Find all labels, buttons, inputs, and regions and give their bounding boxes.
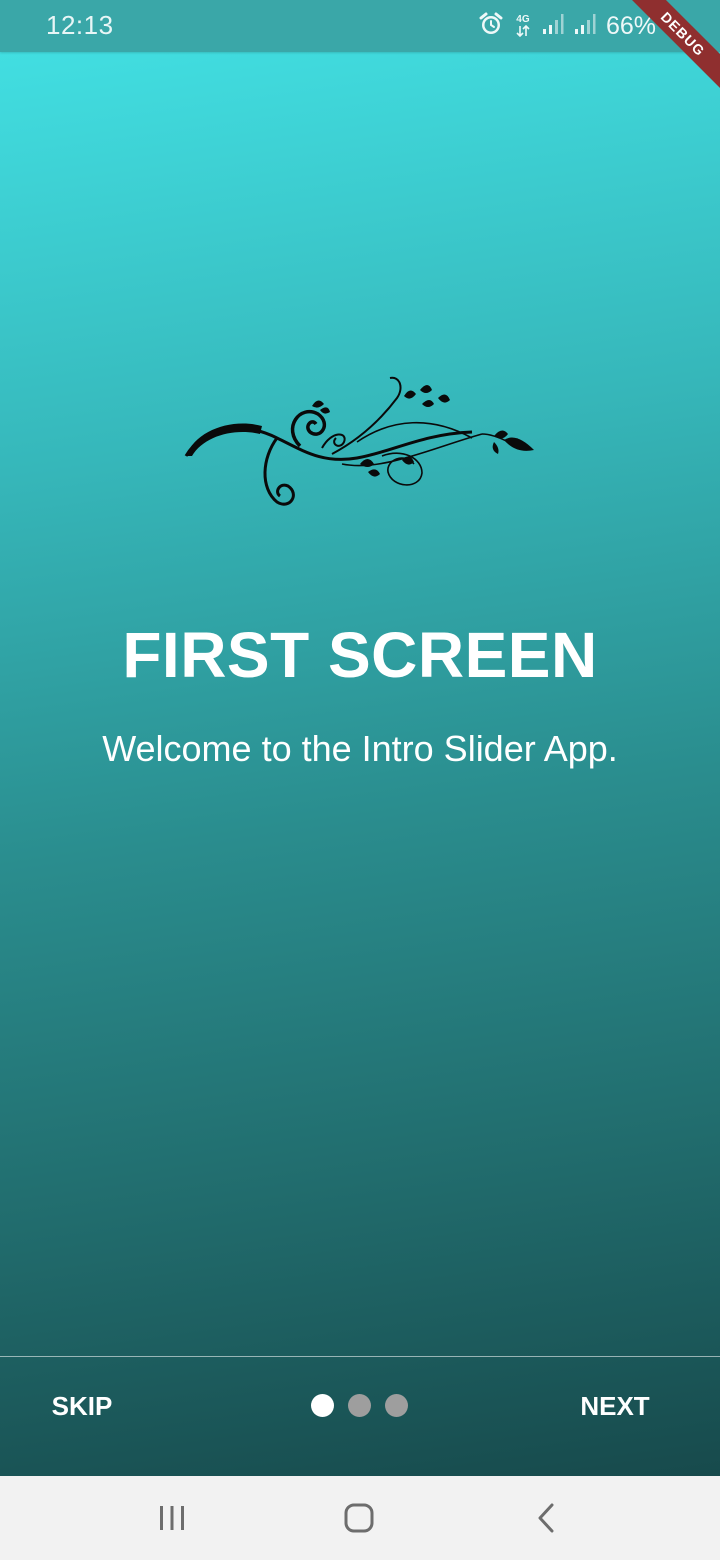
- controls-divider: [0, 1356, 720, 1357]
- slide-description: Welcome to the Intro Slider App.: [102, 728, 618, 769]
- page-dot-3[interactable]: [385, 1394, 408, 1417]
- alarm-icon: [478, 11, 504, 42]
- skip-button[interactable]: SKIP: [30, 1380, 134, 1432]
- data-arrows-icon: 4G: [514, 15, 532, 37]
- recent-apps-icon[interactable]: [142, 1494, 202, 1542]
- slide-title: FIRST SCREEN: [122, 619, 598, 691]
- signal-icon-2: [574, 13, 596, 40]
- status-bar: 12:13 4G 66%: [0, 0, 720, 52]
- next-button[interactable]: NEXT: [562, 1380, 668, 1432]
- network-type-label: 4G: [516, 14, 530, 25]
- status-time: 12:13: [46, 10, 114, 40]
- page-indicator: [311, 1394, 408, 1417]
- back-icon[interactable]: [516, 1494, 576, 1542]
- signal-icon: [542, 13, 564, 40]
- status-icons: 4G 66%: [478, 10, 656, 42]
- home-icon[interactable]: [329, 1494, 389, 1542]
- system-navigation-bar: [0, 1476, 720, 1560]
- page-dot-1[interactable]: [311, 1394, 334, 1417]
- floral-ornament-icon: [184, 376, 534, 506]
- page-dot-2[interactable]: [348, 1394, 371, 1417]
